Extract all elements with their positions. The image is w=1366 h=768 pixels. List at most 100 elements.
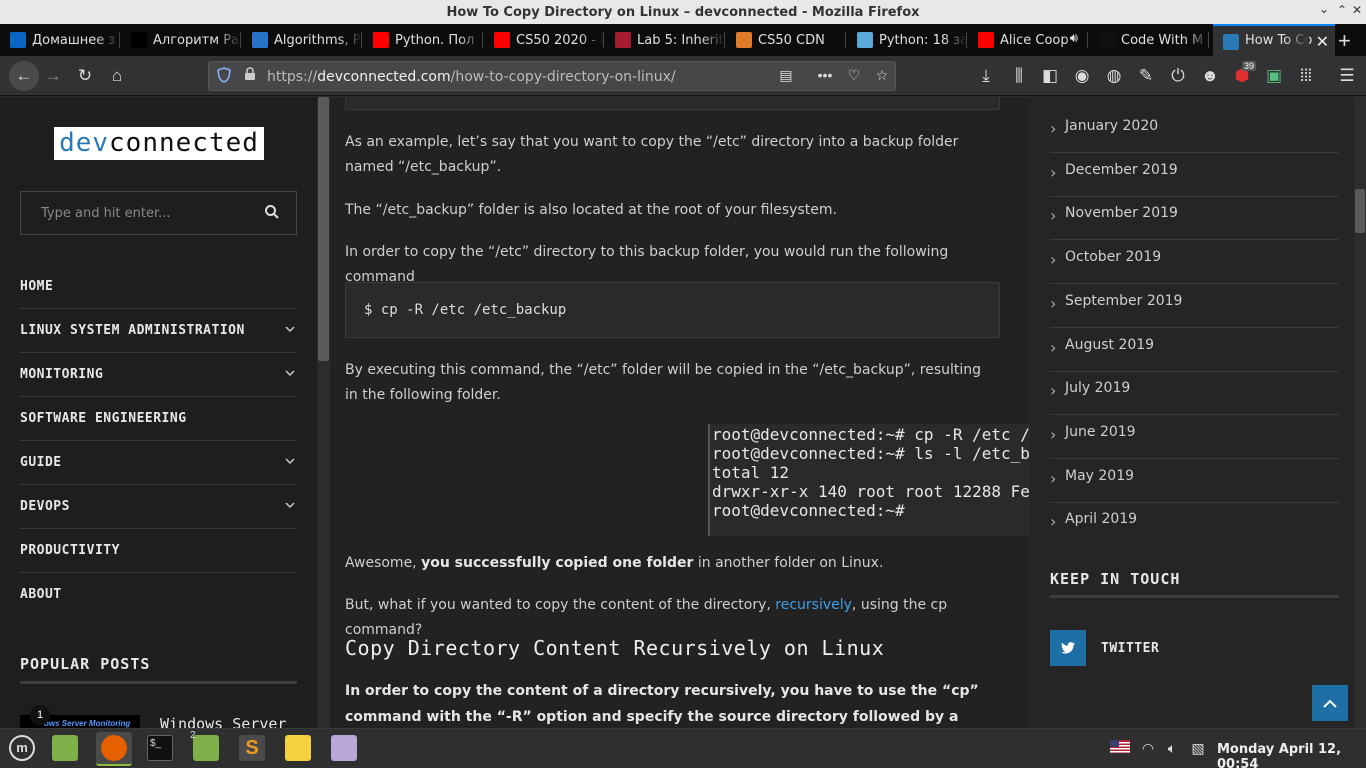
browser-tab[interactable]: Code With M bbox=[1089, 24, 1209, 56]
browser-tab[interactable]: Python: 18 за bbox=[847, 24, 967, 56]
extension-face-icon[interactable]: ☻ bbox=[1199, 65, 1221, 87]
archive-link[interactable]: › April 2019 bbox=[1050, 502, 1339, 546]
archive-link[interactable]: › May 2019 bbox=[1050, 459, 1339, 503]
chevron-right-icon: › bbox=[1050, 512, 1057, 532]
pocket-icon[interactable]: ♡ bbox=[845, 67, 863, 85]
color-picker-icon[interactable]: ✎ bbox=[1135, 65, 1157, 87]
nav-item-software-engineering[interactable]: SOFTWARE ENGINEERING bbox=[20, 397, 297, 441]
nav-item-about[interactable]: ABOUT bbox=[20, 573, 297, 617]
us-flag-icon[interactable] bbox=[1110, 740, 1130, 758]
keep-in-touch-heading: KEEP IN TOUCH bbox=[1050, 570, 1181, 588]
navigation-toolbar: ← → ↻ ⌂ https://devconnected.com/how-to-… bbox=[0, 56, 1366, 96]
popular-post-title[interactable]: Windows Server bbox=[160, 715, 286, 728]
recursively-link[interactable]: recursively bbox=[775, 597, 852, 613]
clipboard-icon[interactable]: ▧ bbox=[1189, 740, 1207, 758]
tracking-shield-icon[interactable] bbox=[215, 67, 233, 85]
nav-item-linux-system-administration[interactable]: LINUX SYSTEM ADMINISTRATION bbox=[20, 309, 297, 353]
globe-icon[interactable]: ◍ bbox=[1103, 65, 1125, 87]
power-icon[interactable]: ⏻ bbox=[1167, 65, 1189, 87]
new-tab-icon[interactable]: + bbox=[1338, 28, 1351, 54]
browser-tab[interactable]: How To Co ✕ bbox=[1213, 24, 1335, 56]
page-scrollbar-thumb[interactable] bbox=[1355, 189, 1365, 233]
browser-tab[interactable]: Algorithms, P bbox=[242, 24, 362, 56]
text-editor-icon[interactable] bbox=[326, 732, 362, 766]
file-manager-icon[interactable] bbox=[47, 732, 83, 766]
lock-icon[interactable] bbox=[241, 67, 259, 85]
url-bar[interactable]: https://devconnected.com/how-to-copy-dir… bbox=[208, 61, 896, 91]
archive-link[interactable]: › November 2019 bbox=[1050, 196, 1339, 241]
folder-taskbar-icon[interactable]: 2 bbox=[188, 730, 224, 766]
archive-link[interactable]: › October 2019 bbox=[1050, 240, 1339, 285]
browser-tab[interactable]: Alice Coop 🔊︎ bbox=[968, 24, 1088, 56]
paragraph: In order to copy the content of a direct… bbox=[345, 683, 979, 725]
archive-link[interactable]: › August 2019 bbox=[1050, 328, 1339, 372]
library-icon[interactable]: ⫼ bbox=[1008, 65, 1030, 87]
nav-item-home[interactable]: HOME bbox=[20, 265, 297, 309]
volume-icon[interactable]: 🔈︎ bbox=[1163, 740, 1181, 758]
sidebar-toggle-icon[interactable]: ◧ bbox=[1039, 65, 1061, 87]
tab-audio-icon[interactable]: 🔊︎ bbox=[1070, 31, 1078, 46]
url-text[interactable]: https://devconnected.com/how-to-copy-dir… bbox=[267, 69, 676, 85]
chevron-right-icon: › bbox=[1050, 293, 1057, 313]
linkedin-icon bbox=[10, 32, 26, 48]
archive-link[interactable]: › September 2019 bbox=[1050, 284, 1339, 328]
search-input[interactable]: Type and hit enter... bbox=[20, 191, 297, 235]
reload-icon[interactable]: ↻ bbox=[74, 65, 96, 87]
archive-link[interactable]: › June 2019 bbox=[1050, 415, 1339, 459]
browser-tab[interactable]: Домашнее з bbox=[0, 24, 120, 56]
clock[interactable]: Monday April 12, 00:54 bbox=[1217, 742, 1366, 768]
sublime-text-icon[interactable]: S bbox=[234, 732, 270, 766]
forward-icon[interactable]: → bbox=[42, 65, 64, 87]
archive-link[interactable]: › January 2020 bbox=[1050, 109, 1339, 153]
nav-item-devops[interactable]: DEVOPS bbox=[20, 485, 297, 529]
nav-item-monitoring[interactable]: MONITORING bbox=[20, 353, 297, 397]
page-actions-icon[interactable]: ••• bbox=[816, 67, 834, 85]
page-scrollbar[interactable] bbox=[1354, 97, 1366, 728]
sidebar-scrollbar-thumb[interactable] bbox=[318, 97, 329, 361]
chevron-down-icon[interactable] bbox=[285, 454, 295, 468]
terminal-taskbar-icon[interactable]: $_ bbox=[142, 732, 178, 766]
close-window-icon[interactable]: ✕ bbox=[1349, 3, 1365, 19]
browser-tab[interactable]: Lab 5: Inherit bbox=[605, 24, 725, 56]
site-icon bbox=[857, 32, 873, 48]
reader-view-icon[interactable]: ▤ bbox=[777, 67, 795, 85]
chevron-down-icon[interactable] bbox=[285, 498, 295, 512]
browser-tab[interactable]: CS50 2020 - L bbox=[484, 24, 604, 56]
maximize-icon[interactable]: ⌃ bbox=[1334, 3, 1350, 19]
twitter-icon[interactable] bbox=[1050, 630, 1086, 666]
close-tab-icon[interactable]: ✕ bbox=[1316, 32, 1329, 51]
site-logo[interactable]: devconnected bbox=[54, 127, 264, 160]
bookmark-star-icon[interactable]: ☆ bbox=[873, 67, 891, 85]
youtube-icon bbox=[978, 32, 994, 48]
nav-item-guide[interactable]: GUIDE bbox=[20, 441, 297, 485]
twitter-link[interactable]: TWITTER bbox=[1101, 641, 1159, 656]
extension-green-icon[interactable]: ▣ bbox=[1263, 65, 1285, 87]
browser-tab[interactable]: Алгоритм Ра bbox=[121, 24, 241, 56]
hamburger-menu-icon[interactable]: ☰ bbox=[1336, 65, 1358, 87]
archive-link[interactable]: › July 2019 bbox=[1050, 371, 1339, 416]
account-icon[interactable]: ◉ bbox=[1071, 65, 1093, 87]
chevron-down-icon[interactable] bbox=[285, 322, 295, 336]
firefox-taskbar-icon[interactable] bbox=[96, 732, 132, 766]
wifi-icon[interactable]: ◠ bbox=[1139, 740, 1157, 758]
notes-icon[interactable] bbox=[280, 732, 316, 766]
browser-tab[interactable]: Python. Пол bbox=[363, 24, 483, 56]
archive-link[interactable]: › December 2019 bbox=[1050, 153, 1339, 197]
sidebar-scrollbar[interactable] bbox=[317, 97, 330, 728]
scroll-to-top-button[interactable] bbox=[1312, 685, 1348, 721]
mint-menu-icon[interactable]: m bbox=[4, 732, 40, 766]
search-icon[interactable] bbox=[264, 204, 280, 220]
downloads-icon[interactable]: ⤓ bbox=[975, 65, 997, 87]
archive-label: August 2019 bbox=[1065, 336, 1155, 353]
chevron-down-icon[interactable] bbox=[285, 366, 295, 380]
left-sidebar: devconnected Type and hit enter... HOME L… bbox=[0, 97, 317, 728]
archive-label: December 2019 bbox=[1065, 161, 1178, 178]
back-icon[interactable]: ← bbox=[9, 61, 39, 91]
nav-item-label: LINUX SYSTEM ADMINISTRATION bbox=[20, 323, 245, 338]
home-icon[interactable]: ⌂ bbox=[106, 65, 128, 87]
extension-bars-icon[interactable]: ⦙⦙⦙ bbox=[1295, 65, 1317, 87]
nav-item-productivity[interactable]: PRODUCTIVITY bbox=[20, 529, 297, 573]
tab-label: Alice Coop bbox=[1000, 33, 1069, 48]
browser-tab[interactable]: CS50 CDN bbox=[726, 24, 846, 56]
minimize-icon[interactable]: ⌄ bbox=[1316, 2, 1332, 18]
